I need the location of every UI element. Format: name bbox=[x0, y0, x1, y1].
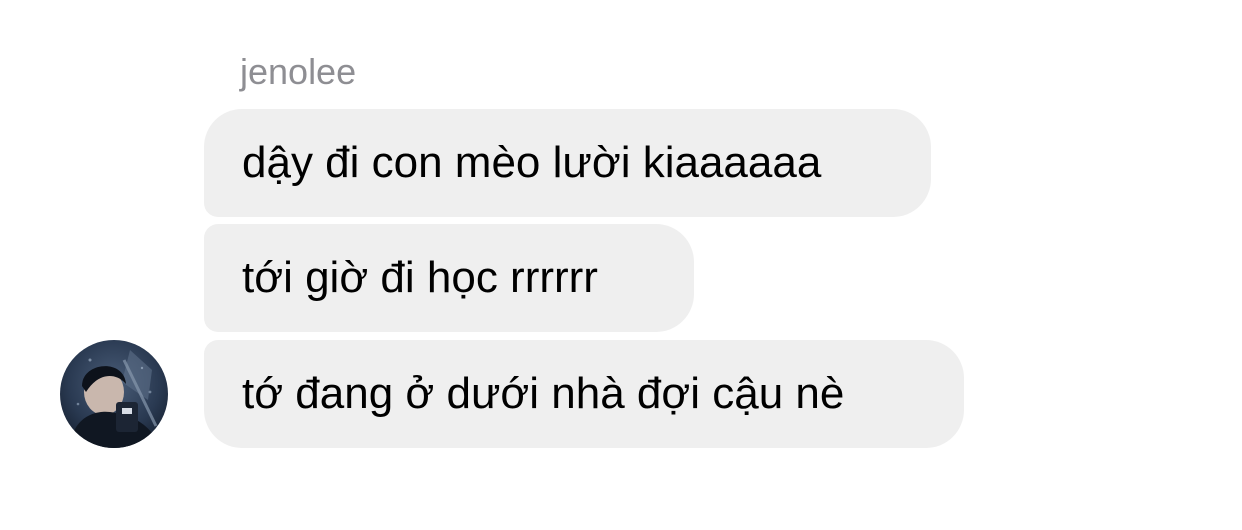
user-avatar-icon bbox=[60, 340, 168, 448]
message-text: dậy đi con mèo lười kiaaaaaa bbox=[242, 138, 822, 187]
message-bubble[interactable]: tới giờ đi học rrrrrr bbox=[204, 224, 694, 332]
message-text: tới giờ đi học rrrrrr bbox=[242, 253, 598, 302]
sender-name[interactable]: jenolee bbox=[240, 50, 356, 94]
message-bubble[interactable]: tớ đang ở dưới nhà đợi cậu nè bbox=[204, 340, 964, 448]
message-text: tớ đang ở dưới nhà đợi cậu nè bbox=[242, 369, 845, 418]
avatar[interactable] bbox=[60, 340, 168, 448]
message-bubble[interactable]: dậy đi con mèo lười kiaaaaaa bbox=[204, 109, 931, 217]
